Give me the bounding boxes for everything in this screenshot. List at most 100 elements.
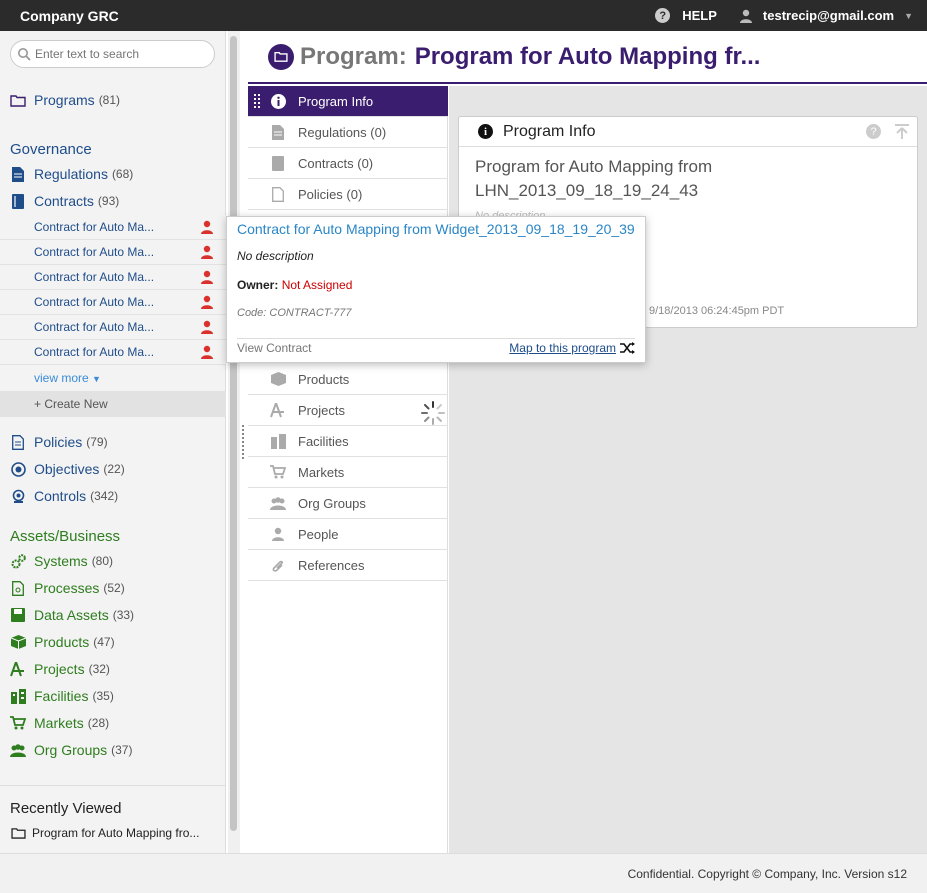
sidebar-item-facilities[interactable]: Facilities (35) (10, 688, 114, 704)
list-item[interactable]: Contract for Auto Ma... (0, 215, 226, 240)
drag-handle-icon[interactable] (254, 94, 260, 108)
governance-heading: Governance (10, 141, 92, 158)
sidebar: Programs(81) Governance Regulations(68) … (0, 31, 226, 853)
view-more-link[interactable]: view more ▼ (34, 371, 101, 385)
contract-link[interactable]: Contract for Auto Ma... (34, 295, 154, 309)
page-title: Program for Auto Mapping fr... (414, 42, 761, 70)
tab-products[interactable]: Products (248, 364, 448, 395)
object-tabs: Program Info Regulations (0) Contracts (… (248, 86, 448, 853)
contract-link[interactable]: Contract for Auto Ma... (34, 345, 154, 359)
contract-link[interactable]: Contract for Auto Ma... (34, 270, 154, 284)
count-badge: (37) (111, 743, 133, 757)
sidebar-item-programs[interactable]: Programs (81) (10, 92, 120, 108)
list-item[interactable]: Contract for Auto Ma... (0, 340, 226, 365)
user-icon (739, 9, 752, 23)
sidebar-item-products[interactable]: Products (47) (10, 634, 115, 650)
floppy-icon (10, 607, 26, 623)
person-icon (270, 526, 286, 542)
sidebar-item-objectives[interactable]: Objectives (22) (10, 461, 125, 477)
help-link[interactable]: HELP (682, 8, 717, 23)
count-badge: (81) (98, 93, 121, 107)
tab-references[interactable]: References (248, 550, 448, 581)
tab-org-groups[interactable]: Org Groups (248, 488, 448, 519)
scrollbar-thumb[interactable] (230, 36, 237, 831)
sidebar-item-data-assets[interactable]: Data Assets (33) (10, 607, 134, 623)
owner-value: Not Assigned (281, 278, 353, 292)
shuffle-icon[interactable] (620, 342, 635, 354)
control-icon (10, 488, 26, 504)
tab-policies[interactable]: Policies (0) (248, 179, 448, 210)
sidebar-item-regulations[interactable]: Regulations (68) (10, 166, 133, 182)
contract-link[interactable]: Contract for Auto Ma... (34, 245, 154, 259)
tab-label: Markets (298, 464, 345, 480)
tab-people[interactable]: People (248, 519, 448, 550)
popover-owner: Owner: Not Assigned (237, 278, 352, 292)
create-new-button[interactable]: + Create New (0, 391, 226, 417)
sidebar-item-contracts[interactable]: Contracts (93) (10, 193, 119, 209)
page-icon (270, 186, 286, 202)
list-item[interactable]: Contract for Auto Ma... (0, 290, 226, 315)
project-icon (270, 402, 286, 418)
tab-program-info[interactable]: Program Info (248, 86, 448, 117)
sidebar-item-systems[interactable]: Systems (80) (10, 553, 113, 569)
book-icon (270, 155, 286, 171)
view-more-label: view more (34, 371, 89, 385)
list-item[interactable]: Contract for Auto Ma... (0, 240, 226, 265)
sidebar-item-policies[interactable]: Policies (79) (10, 434, 108, 450)
list-item[interactable]: Contract for Auto Ma... (0, 315, 226, 340)
sidebar-item-org-groups[interactable]: Org Groups (37) (10, 742, 132, 758)
list-item[interactable]: Contract for Auto Ma... (0, 265, 226, 290)
main-content: i Program Info ? Program for Auto Mappin… (449, 86, 927, 853)
collapse-icon[interactable] (895, 124, 909, 139)
tab-label: Policies (0) (298, 186, 363, 202)
sidebar-item-markets[interactable]: Markets (28) (10, 715, 109, 731)
tab-contracts[interactable]: Contracts (0) (248, 148, 448, 179)
divider (0, 785, 226, 786)
sidebar-item-controls[interactable]: Controls (342) (10, 488, 118, 504)
card-title: Program Info (503, 122, 596, 140)
sidebar-item-processes[interactable]: Processes (52) (10, 580, 125, 596)
caret-down-icon: ▼ (92, 374, 101, 384)
search-input[interactable] (35, 47, 205, 61)
group-icon (270, 495, 286, 511)
user-email[interactable]: testrecip@gmail.com (763, 8, 894, 23)
folder-icon (10, 92, 26, 108)
tab-projects[interactable]: Projects (248, 395, 448, 426)
sidebar-item-label: Objectives (34, 461, 100, 477)
tab-markets[interactable]: Markets (248, 457, 448, 488)
view-contract-link[interactable]: View Contract (237, 341, 311, 355)
building-icon (270, 433, 286, 449)
help-icon[interactable]: ? (655, 8, 671, 23)
tab-label: References (298, 557, 365, 573)
owner-icon (201, 345, 213, 359)
sidebar-item-label: Products (34, 634, 90, 650)
contract-link[interactable]: Contract for Auto Ma... (34, 220, 154, 234)
tab-facilities[interactable]: Facilities (248, 426, 448, 457)
assets-heading: Assets/Business (10, 528, 121, 545)
tab-label: Program Info (298, 93, 374, 109)
map-to-program-link[interactable]: Map to this program (509, 341, 616, 355)
tab-label: Projects (298, 402, 345, 418)
resize-handle[interactable] (242, 425, 245, 459)
popover-description: No description (237, 249, 314, 263)
help-icon[interactable]: ? (866, 124, 881, 139)
top-bar: Company GRC ? HELP testrecip@gmail.com ▼ (0, 0, 927, 31)
chevron-down-icon[interactable]: ▼ (904, 11, 913, 21)
count-badge: (32) (88, 662, 110, 676)
recent-item[interactable]: Program for Auto Mapping fro... (10, 825, 199, 841)
search-box[interactable] (10, 40, 215, 68)
sidebar-item-projects[interactable]: Projects (32) (10, 661, 110, 677)
sidebar-item-label: Systems (34, 553, 88, 569)
page-header: Program: Program for Auto Mapping fr... (248, 31, 927, 84)
tab-label: Products (298, 371, 350, 387)
card-header: i Program Info ? (459, 117, 917, 147)
page-kind: Program: (300, 42, 407, 70)
sidebar-item-label: Controls (34, 488, 87, 504)
tab-regulations[interactable]: Regulations (0) (248, 117, 448, 148)
contract-link[interactable]: Contract for Auto Ma... (34, 320, 154, 334)
popover-title[interactable]: Contract for Auto Mapping from Widget_20… (237, 221, 635, 237)
box-icon (10, 634, 26, 650)
cart-icon (270, 464, 286, 480)
app-title[interactable]: Company GRC (20, 8, 119, 24)
count-badge: (93) (97, 194, 120, 208)
